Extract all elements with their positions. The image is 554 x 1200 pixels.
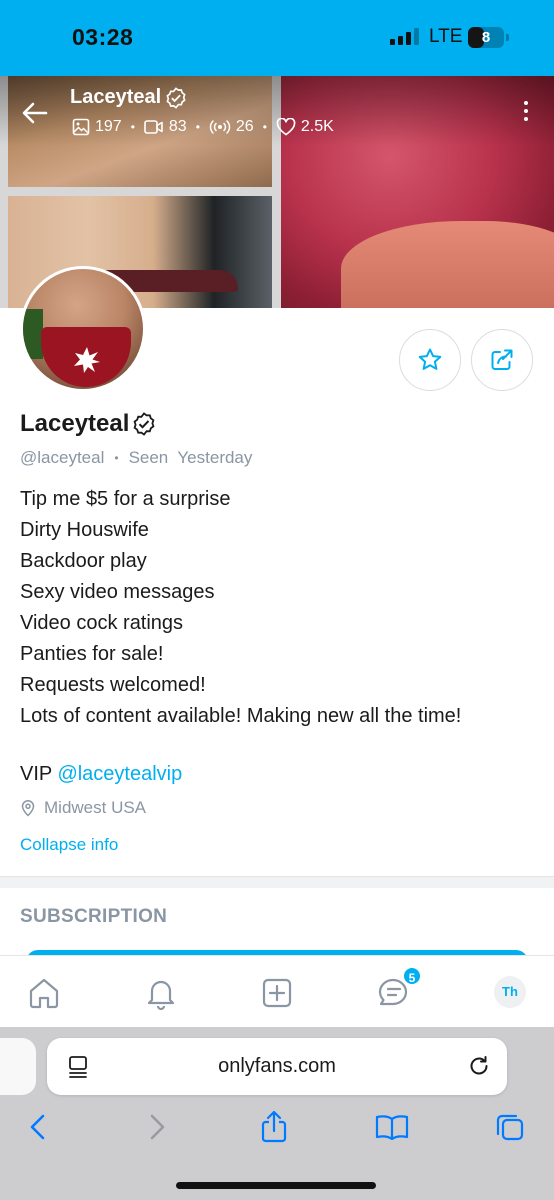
share-icon: [491, 349, 513, 370]
back-arrow-icon: [22, 102, 48, 124]
battery-cap: [506, 34, 509, 41]
header-name: Laceyteal: [70, 86, 162, 108]
share-sheet-icon: [261, 1110, 287, 1143]
stat-separator: •: [195, 120, 200, 134]
location: Midwest USA: [20, 798, 146, 818]
chevron-right-icon: [150, 1114, 165, 1140]
bio-line: Backdoor play: [20, 550, 147, 572]
vip-account-link[interactable]: @laceytealvip: [57, 763, 182, 785]
avatar[interactable]: [20, 266, 146, 392]
bio-line: Sexy video messages: [20, 581, 215, 603]
video-icon: [144, 120, 163, 134]
photos-stat[interactable]: 197: [72, 118, 122, 136]
address-bar[interactable]: onlyfans.com: [47, 1038, 507, 1095]
bio-line: Dirty Houswife: [20, 519, 149, 541]
stream-icon: [209, 120, 231, 134]
verified-badge-icon: [166, 86, 186, 109]
starburst-sticker-icon: [74, 347, 100, 373]
safari-toolbar: onlyfans.com: [0, 1027, 554, 1200]
more-options-button[interactable]: [516, 96, 536, 126]
streams-stat[interactable]: 26: [209, 118, 254, 136]
header-stats: 197 • 83 • 26 • 2.5K: [72, 118, 334, 136]
likes-stat[interactable]: 2.5K: [276, 118, 334, 136]
last-seen: Seen Yesterday: [128, 448, 253, 467]
previous-tab-preview[interactable]: [0, 1038, 36, 1095]
tabs-icon: [496, 1114, 524, 1141]
book-icon: [375, 1115, 409, 1141]
subscription-heading: SUBSCRIPTION: [20, 906, 168, 927]
status-bar: 03:28 LTE 8: [0, 0, 554, 76]
home-icon: [29, 978, 59, 1009]
verified-badge-icon: [133, 412, 155, 436]
battery-icon: 8: [468, 27, 504, 48]
add-post-icon: [262, 978, 292, 1008]
nav-new-post[interactable]: [257, 973, 297, 1013]
browser-tabs-button[interactable]: [492, 1109, 528, 1145]
chevron-left-icon: [30, 1114, 45, 1140]
profile-name: Laceyteal: [20, 410, 156, 438]
profile-bio: Tip me $5 for a surprise Dirty Houswife …: [20, 484, 461, 732]
status-time: 03:28: [72, 24, 134, 50]
battery-percent: 8: [481, 29, 491, 46]
videos-stat[interactable]: 83: [144, 118, 187, 136]
home-indicator: [176, 1182, 376, 1189]
star-icon: [418, 348, 442, 370]
nav-notifications[interactable]: [141, 973, 181, 1013]
videos-count: 83: [168, 118, 187, 135]
network-label: LTE: [429, 26, 463, 47]
bio-line: Video cock ratings: [20, 612, 184, 634]
url-text: onlyfans.com: [218, 1055, 336, 1077]
share-profile-button[interactable]: [471, 329, 533, 391]
browser-forward-button[interactable]: [139, 1109, 175, 1145]
streams-count: 26: [235, 118, 254, 135]
location-pin-icon: [21, 800, 35, 817]
likes-count: 2.5K: [300, 118, 334, 135]
bio-line: Requests welcomed!: [20, 674, 206, 696]
browser-share-button[interactable]: [256, 1109, 292, 1145]
bio-line: Lots of content available! Making new al…: [20, 705, 462, 727]
photos-count: 197: [95, 118, 122, 135]
section-divider: [0, 876, 554, 888]
more-vertical-icon: [524, 101, 528, 105]
profile-meta: @laceyteal • Seen Yesterday: [20, 448, 252, 468]
bell-icon: [147, 980, 175, 1011]
image-icon: [72, 118, 90, 136]
profile-display-name: Laceyteal: [20, 410, 130, 437]
collapse-info-link[interactable]: Collapse info: [20, 835, 118, 855]
messages-badge: 5: [402, 966, 422, 986]
header-title: Laceyteal: [70, 86, 187, 109]
bio-line: Tip me $5 for a surprise: [20, 488, 231, 510]
meta-separator: •: [114, 451, 119, 465]
nav-profile-avatar[interactable]: Th: [494, 976, 526, 1008]
nav-home[interactable]: [24, 973, 64, 1013]
bio-line: Panties for sale!: [20, 643, 164, 665]
stat-separator: •: [262, 120, 267, 134]
vip-prefix: VIP: [20, 763, 58, 785]
favorite-button[interactable]: [399, 329, 461, 391]
browser-back-button[interactable]: [20, 1109, 56, 1145]
reload-icon[interactable]: [467, 1054, 491, 1078]
vip-line: VIP @laceytealvip: [20, 763, 182, 786]
browser-bookmarks-button[interactable]: [374, 1109, 410, 1145]
bottom-navigation: 5 Th: [0, 955, 554, 1027]
back-button[interactable]: [20, 98, 50, 128]
heart-icon: [276, 118, 296, 136]
location-text: Midwest USA: [44, 798, 147, 817]
cellular-signal-icon: [390, 28, 419, 45]
stat-separator: •: [130, 120, 135, 134]
profile-handle[interactable]: @laceyteal: [20, 448, 104, 468]
